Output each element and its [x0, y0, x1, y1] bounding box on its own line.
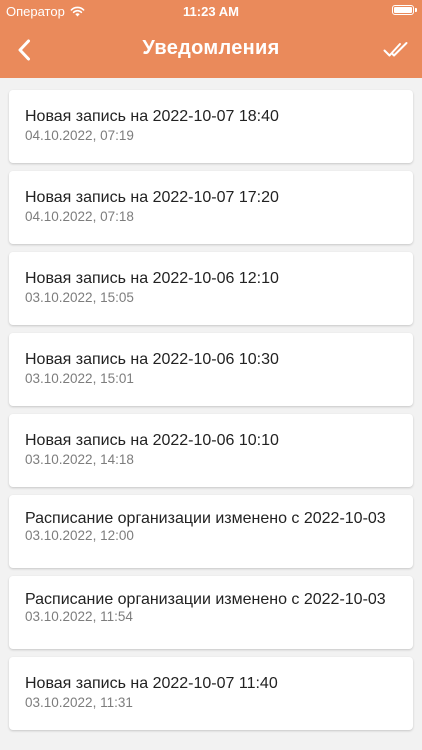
notification-list: Новая запись на 2022-10-07 18:40 04.10.2… — [9, 90, 413, 738]
mark-all-read-button[interactable] — [380, 34, 412, 66]
status-time: 11:23 AM — [183, 4, 239, 19]
notification-item[interactable]: Расписание организации изменено с 2022-1… — [9, 495, 413, 568]
notification-title: Новая запись на 2022-10-07 17:20 — [25, 189, 279, 206]
notification-title: Расписание организации изменено с 2022-1… — [25, 510, 386, 527]
notification-item[interactable]: Новая запись на 2022-10-07 11:40 03.10.2… — [9, 657, 413, 730]
notification-title: Новая запись на 2022-10-06 10:10 — [25, 432, 279, 449]
notification-date: 03.10.2022, 15:01 — [25, 371, 134, 386]
notification-date: 04.10.2022, 07:19 — [25, 128, 134, 143]
notification-date: 03.10.2022, 15:05 — [25, 290, 134, 305]
notification-title: Новая запись на 2022-10-06 12:10 — [25, 270, 279, 287]
notification-date: 03.10.2022, 14:18 — [25, 452, 134, 467]
notification-title: Новая запись на 2022-10-06 10:30 — [25, 351, 279, 368]
status-bar: Оператор 11:23 AM — [0, 0, 422, 24]
notification-title: Новая запись на 2022-10-07 11:40 — [25, 675, 278, 692]
notification-item[interactable]: Новая запись на 2022-10-06 10:30 03.10.2… — [9, 333, 413, 406]
notification-item[interactable]: Новая запись на 2022-10-06 10:10 03.10.2… — [9, 414, 413, 487]
double-check-icon — [383, 42, 408, 57]
notification-item[interactable]: Расписание организации изменено с 2022-1… — [9, 576, 413, 649]
notification-item[interactable]: Новая запись на 2022-10-06 12:10 03.10.2… — [9, 252, 413, 325]
notification-item[interactable]: Новая запись на 2022-10-07 17:20 04.10.2… — [9, 171, 413, 244]
notification-date: 03.10.2022, 11:54 — [25, 609, 133, 624]
nav-bar: Уведомления — [0, 24, 422, 78]
notification-title: Расписание организации изменено с 2022-1… — [25, 591, 386, 608]
battery-icon — [392, 5, 417, 15]
app-header: Оператор 11:23 AM Уведомления — [0, 0, 422, 78]
notification-item[interactable]: Новая запись на 2022-10-07 18:40 04.10.2… — [9, 90, 413, 163]
page-title: Уведомления — [142, 37, 280, 59]
notification-title: Новая запись на 2022-10-07 18:40 — [25, 108, 279, 125]
notification-date: 04.10.2022, 07:18 — [25, 209, 134, 224]
notification-date: 03.10.2022, 11:31 — [25, 695, 133, 710]
notification-date: 03.10.2022, 12:00 — [25, 528, 134, 543]
